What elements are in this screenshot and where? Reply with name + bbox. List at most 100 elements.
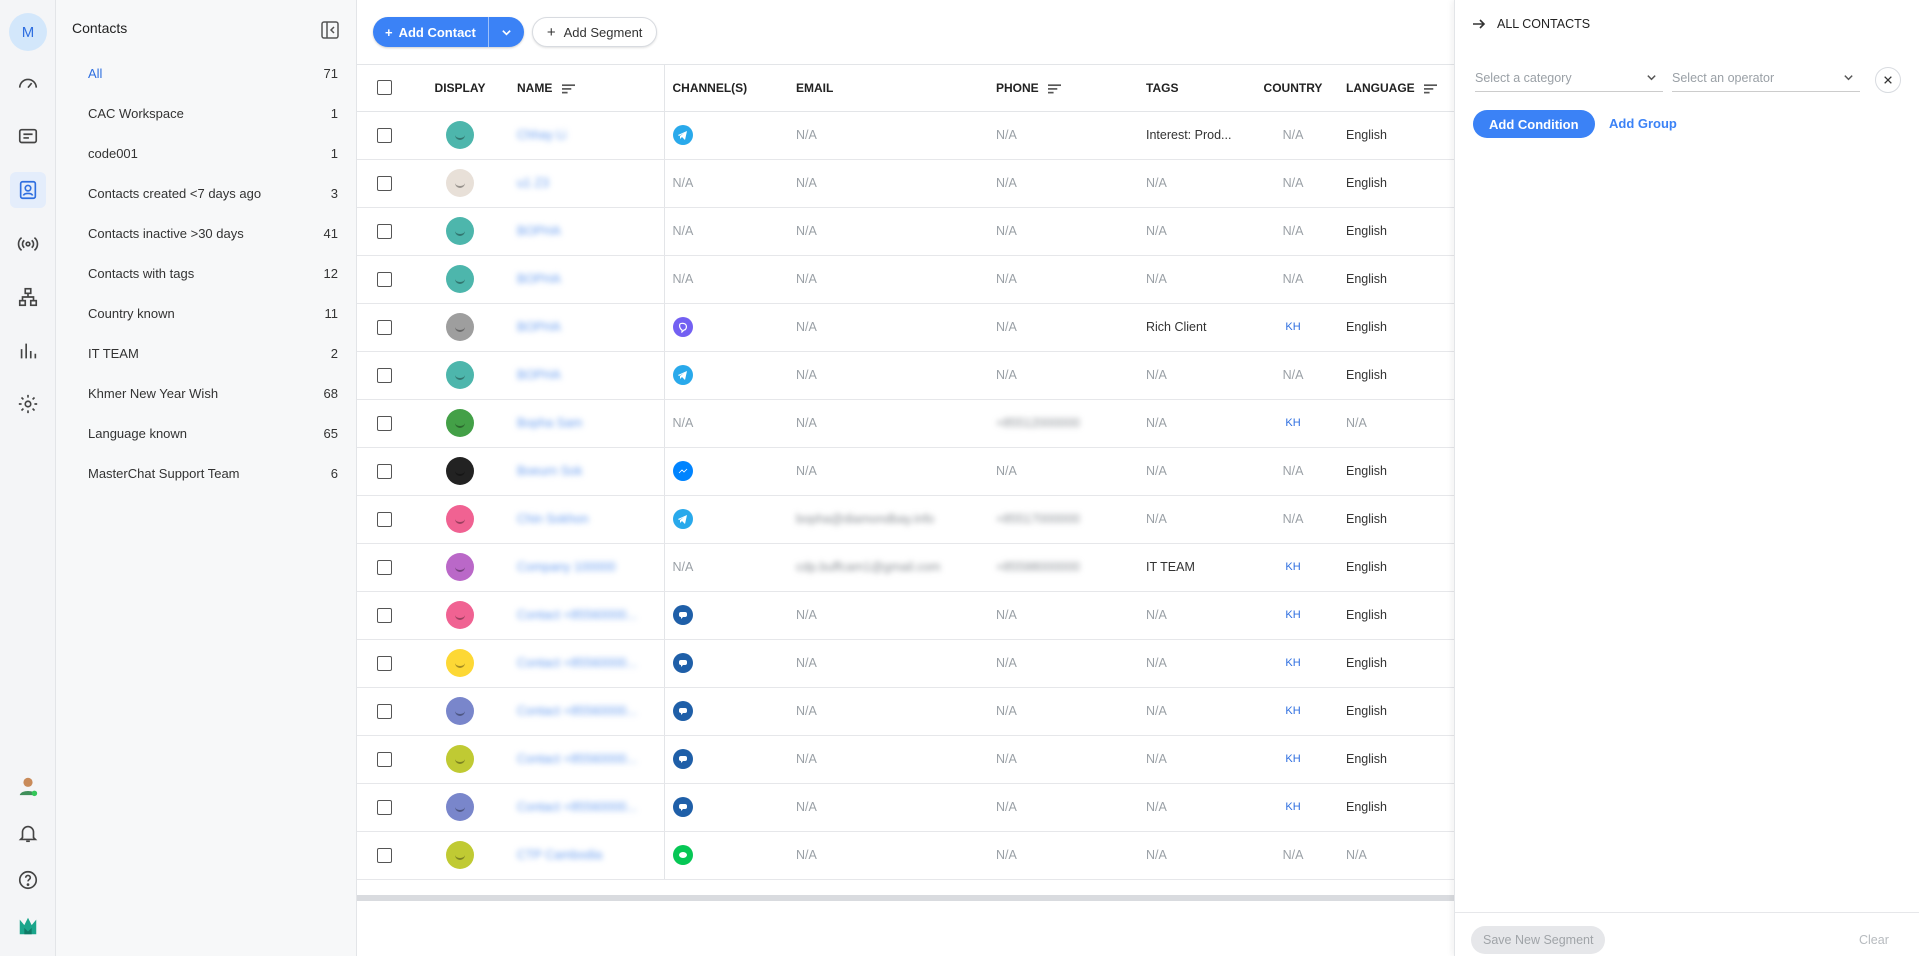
remove-condition-button[interactable] (1875, 67, 1901, 93)
table-row[interactable]: BOPHA N/A N/A N/A N/A N/A English (357, 255, 1454, 304)
add-condition-button[interactable]: Add Condition (1473, 110, 1595, 138)
col-country: COUNTRY (1248, 65, 1338, 112)
segment-label: code001 (88, 145, 138, 161)
row-checkbox[interactable] (357, 351, 411, 400)
row-checkbox[interactable] (357, 399, 411, 448)
row-checkbox[interactable] (357, 207, 411, 256)
segment-item[interactable]: IT TEAM 2 (56, 333, 356, 373)
select-all-checkbox[interactable] (357, 65, 411, 112)
segment-item[interactable]: Contacts inactive >30 days 41 (56, 213, 356, 253)
row-checkbox[interactable] (357, 639, 411, 688)
table-row[interactable]: Contact +85560000... N/A N/A N/A KH English (357, 783, 1454, 832)
contact-name-link[interactable]: Contact +85560000... (509, 783, 665, 832)
segment-item[interactable]: code001 1 (56, 133, 356, 173)
segment-item[interactable]: All 71 (56, 53, 356, 93)
row-checkbox[interactable] (357, 543, 411, 592)
save-segment-button[interactable]: Save New Segment (1471, 926, 1606, 954)
table-row[interactable]: CTP Cambodia N/A N/A N/A N/A N/A (357, 831, 1454, 880)
row-checkbox[interactable] (357, 495, 411, 544)
table-row[interactable]: Contact +85560000... N/A N/A N/A KH English (357, 687, 1454, 736)
col-phone[interactable]: PHONE (988, 65, 1138, 112)
segment-item[interactable]: Country known 11 (56, 293, 356, 333)
row-checkbox[interactable] (357, 783, 411, 832)
contact-name-link[interactable]: CTP Cambodia (509, 831, 665, 880)
contact-name-link[interactable]: Chin Sokhon (509, 495, 665, 544)
row-checkbox[interactable] (357, 591, 411, 640)
table-row[interactable]: Bopha Sam N/A N/A +85512000000 N/A KH N/A (357, 399, 1454, 448)
col-name[interactable]: NAME (509, 65, 665, 112)
country-cell: KH (1248, 687, 1338, 736)
messages-icon[interactable] (10, 119, 46, 155)
row-checkbox[interactable] (357, 735, 411, 784)
row-checkbox[interactable] (357, 111, 411, 160)
operator-select[interactable]: Select an operator (1672, 64, 1860, 92)
telegram-channel-icon (672, 365, 693, 385)
table-row[interactable]: Contact +85560000... N/A N/A N/A KH English (357, 639, 1454, 688)
contact-name-link[interactable]: Contact +85560000... (509, 687, 665, 736)
segment-label: Contacts with tags (88, 265, 195, 281)
segment-item[interactable]: Language known 65 (56, 413, 356, 453)
segment-item[interactable]: CAC Workspace 1 (56, 93, 356, 133)
channel-cell (664, 351, 788, 400)
contact-name-link[interactable]: BOPHA (509, 255, 665, 304)
arrow-right-icon[interactable] (1471, 16, 1487, 32)
workflow-icon[interactable] (10, 279, 46, 315)
row-checkbox[interactable] (357, 255, 411, 304)
category-select[interactable]: Select a category (1475, 64, 1663, 92)
add-contact-dropdown-button[interactable] (487, 17, 524, 47)
row-checkbox[interactable] (357, 831, 411, 880)
collapse-sidebar-icon[interactable] (320, 20, 340, 40)
segment-item[interactable]: Contacts created <7 days ago 3 (56, 173, 356, 213)
add-contact-button[interactable]: + Add Contact (373, 17, 488, 47)
segment-item[interactable]: Contacts with tags 12 (56, 253, 356, 293)
contact-name-link[interactable]: Boeurn Sok (509, 447, 665, 496)
table-row[interactable]: BOPHA N/A N/A Rich Client KH English (357, 303, 1454, 352)
bell-icon[interactable] (10, 815, 46, 851)
table-row[interactable]: u1 Z3 N/A N/A N/A N/A N/A English (357, 159, 1454, 208)
contact-name-link[interactable]: Contact +85560000... (509, 735, 665, 784)
dashboard-icon[interactable] (10, 66, 46, 102)
messenger-channel-icon (672, 461, 693, 481)
segment-item[interactable]: MasterChat Support Team 6 (56, 453, 356, 493)
channel-cell: N/A (664, 399, 788, 448)
table-row[interactable]: Chhay Li N/A N/A Interest: Prod... N/A Englis… (357, 111, 1454, 160)
row-checkbox[interactable] (357, 447, 411, 496)
table-row[interactable]: BOPHA N/A N/A N/A N/A English (357, 351, 1454, 400)
contact-name-link[interactable]: Company 100000 (509, 543, 665, 592)
table-row[interactable]: Company 100000 N/A cdp.buffcam1@gmail.com +… (357, 543, 1454, 592)
clear-button[interactable]: Clear (1859, 933, 1889, 947)
settings-icon[interactable] (10, 386, 46, 422)
contact-name-link[interactable]: BOPHA (509, 351, 665, 400)
add-group-button[interactable]: Add Group (1609, 116, 1677, 131)
contact-name-link[interactable]: Contact +85560000... (509, 591, 665, 640)
table-row[interactable]: BOPHA N/A N/A N/A N/A N/A English (357, 207, 1454, 256)
phone-cell: N/A (988, 687, 1138, 736)
contact-name-link[interactable]: Contact +85560000... (509, 639, 665, 688)
segment-label: Country known (88, 305, 175, 321)
broadcast-icon[interactable] (10, 226, 46, 262)
segment-count: 12 (323, 265, 338, 281)
country-cell: N/A (1248, 207, 1338, 256)
table-row[interactable]: Contact +85560000... N/A N/A N/A KH English (357, 591, 1454, 640)
contact-name-link[interactable]: Chhay Li (509, 111, 665, 160)
contact-name-link[interactable]: BOPHA (509, 207, 665, 256)
user-avatar-icon[interactable] (10, 768, 46, 804)
contact-name-link[interactable]: BOPHA (509, 303, 665, 352)
contact-name-link[interactable]: u1 Z3 (509, 159, 665, 208)
table-row[interactable]: Chin Sokhon bopha@diamondbay.info +8551700… (357, 495, 1454, 544)
horizontal-scrollbar[interactable] (357, 895, 1454, 901)
segment-item[interactable]: Khmer New Year Wish 68 (56, 373, 356, 413)
row-checkbox[interactable] (357, 159, 411, 208)
table-row[interactable]: Boeurn Sok N/A N/A N/A N/A English (357, 447, 1454, 496)
table-row[interactable]: Contact +85560000... N/A N/A N/A KH English (357, 735, 1454, 784)
email-cell: N/A (788, 111, 988, 160)
add-segment-button[interactable]: + Add Segment (531, 17, 658, 47)
contact-name-link[interactable]: Bopha Sam (509, 399, 665, 448)
workspace-avatar[interactable]: M (9, 13, 47, 51)
contacts-icon[interactable] (10, 172, 46, 208)
row-checkbox[interactable] (357, 687, 411, 736)
help-icon[interactable] (10, 862, 46, 898)
reports-icon[interactable] (10, 333, 46, 369)
col-language[interactable]: LANGUAGE (1338, 65, 1454, 112)
row-checkbox[interactable] (357, 303, 411, 352)
